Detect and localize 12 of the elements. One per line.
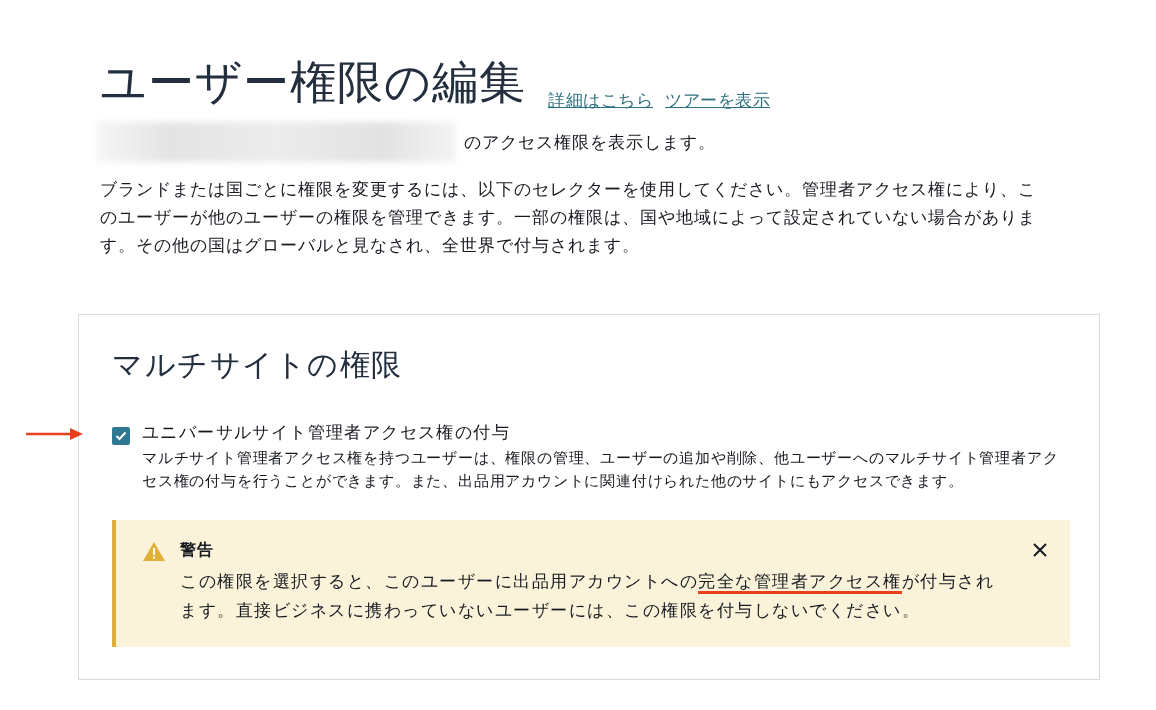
- intro-text: のアクセス権限を表示します。: [464, 131, 716, 154]
- help-text: マルチサイト管理者アクセス権を持つユーザーは、権限の管理、ユーザーの追加や削除、他ユーザーへのマルチサイト管理者アクセス権の付与を行うことができます。また、出品用アカウントに関連付けられた他のサイトにもアクセスできます。: [142, 448, 1060, 491]
- section-title: マルチサイトの権限: [112, 347, 404, 383]
- page-title: ユーザー権限の編集: [100, 55, 526, 110]
- warning-icon: [142, 541, 166, 562]
- description-text: ブランドまたは国ごとに権限を変更するには、以下のセレクターを使用してください。管理者アクセス権により、このユーザーが他のユーザーの権限を管理できます。一部の権限は、国や地域によって設定されていない場合があります。その他の国はグローバルと見なされ、全世界で付与されます。: [100, 179, 1037, 257]
- alert-title: 警告: [180, 540, 215, 560]
- help-link[interactable]: 詳細はこちら: [548, 89, 653, 112]
- help-link[interactable]: ツアーを表示: [665, 89, 770, 112]
- checkbox-label: ユニバーサルサイト管理者アクセス権の付与: [142, 423, 510, 442]
- alert-text: この権限を選択すると、このユーザーに出品用アカウントへの完全な管理者アクセス権が付与されます。直接ビジネスに携わっていないユーザーには、この権限を付与しないでください。: [180, 571, 995, 622]
- checkbox[interactable]: [112, 427, 130, 445]
